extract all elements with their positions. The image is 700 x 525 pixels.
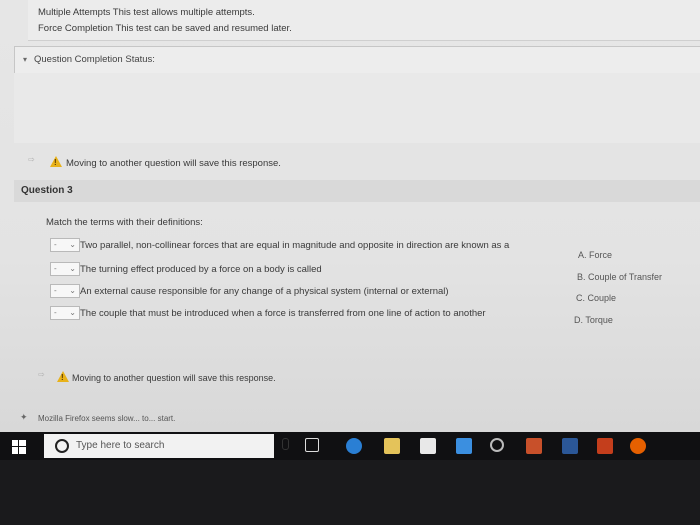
taskbar-search-box[interactable]: Type here to search [44,434,289,458]
dropbox-icon[interactable] [456,438,472,454]
select-value: - [54,308,57,317]
force-completion-text: Force Completion This test can be saved … [38,23,292,34]
answer-select-3[interactable]: - ⌄ [50,284,80,298]
firefox-taskbar-icon[interactable] [630,438,646,454]
test-info-panel: Multiple Attempts This test allows multi… [28,0,700,41]
definition-1: Two parallel, non-collinear forces that … [80,240,510,251]
start-windows-icon[interactable] [12,440,26,454]
search-placeholder: Type here to search [76,440,165,451]
warning-text-bottom: Moving to another question will save thi… [72,373,276,383]
link-app-icon[interactable] [490,438,504,452]
option-b: B. Couple of Transfer [577,272,663,282]
warning-icon: ! [50,156,62,167]
definition-4: The couple that must be introduced when … [80,308,486,319]
chevron-down-icon: ⌄ [69,240,76,249]
firefox-icon: ✦ [20,412,28,422]
answer-select-2[interactable]: - ⌄ [50,262,80,276]
select-value: - [54,286,57,295]
chevron-down-icon: ⌄ [69,308,76,317]
microphone-icon[interactable] [282,438,289,450]
powerpoint-icon[interactable] [597,438,613,454]
chevron-down-icon: ⌄ [69,264,76,273]
question-prompt: Match the terms with their definitions: [46,217,203,228]
option-c: C. Couple [576,293,617,303]
completion-status-toggle[interactable]: Question Completion Status: [34,54,155,65]
option-a: A. Force [578,250,613,260]
chevron-down-icon: ⌄ [69,286,76,295]
cortana-circle-icon [55,439,69,453]
question-header: Question 3 [14,180,700,202]
select-value: - [54,264,57,273]
warning-icon: ! [57,371,69,382]
answer-select-4[interactable]: - ⌄ [50,306,80,320]
warning-text-top: Moving to another question will save thi… [66,158,281,169]
red-app-icon[interactable] [526,438,542,454]
status-content-area [14,73,700,143]
browser-notice: Mozilla Firefox seems slow... to... star… [38,414,176,423]
option-d: D. Torque [574,315,613,325]
word-icon[interactable] [562,438,578,454]
arrow-right-icon: ⇨ [28,155,35,164]
amazon-icon[interactable] [420,438,436,454]
completion-status-panel[interactable]: ▾ Question Completion Status: [14,46,700,74]
select-value: - [54,240,57,249]
browser-content: Multiple Attempts This test allows multi… [0,0,700,432]
question-title: Question 3 [21,185,73,196]
definition-2: The turning effect produced by a force o… [80,264,322,275]
arrow-right-icon: ⇨ [38,370,45,379]
definition-3: An external cause responsible for any ch… [80,286,449,297]
answer-select-1[interactable]: - ⌄ [50,238,80,252]
task-view-icon[interactable] [305,438,319,452]
edge-browser-icon[interactable] [346,438,362,454]
multiple-attempts-text: Multiple Attempts This test allows multi… [38,7,255,18]
expand-chevron-icon[interactable]: ▾ [23,55,27,64]
file-explorer-icon[interactable] [384,438,400,454]
